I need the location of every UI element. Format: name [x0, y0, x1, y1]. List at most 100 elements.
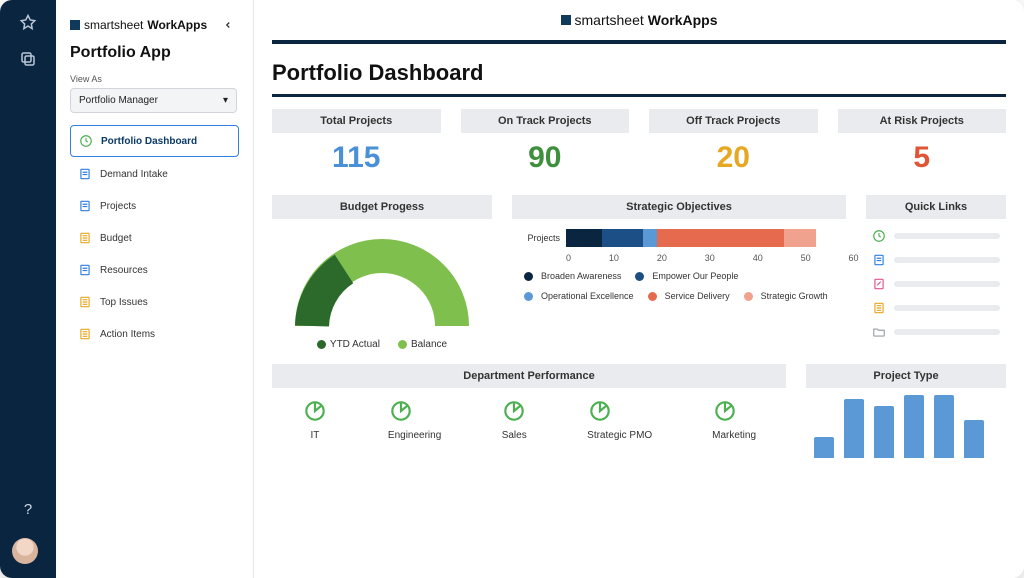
- list-icon: [78, 231, 92, 245]
- sidebar-item-label: Projects: [100, 201, 136, 212]
- list-icon: [872, 301, 886, 315]
- pie-icon: [388, 398, 441, 424]
- view-as-select[interactable]: Portfolio Manager ▾: [70, 88, 237, 113]
- strategic-ylabel: Projects: [520, 233, 560, 243]
- dept-item[interactable]: Marketing: [712, 398, 756, 441]
- quick-link[interactable]: [872, 277, 1000, 291]
- sidebar-item-label: Portfolio Dashboard: [101, 136, 197, 147]
- pie-icon: [501, 398, 527, 424]
- sidebar-item-projects[interactable]: Projects: [70, 191, 239, 221]
- axis-tick: 50: [801, 253, 811, 263]
- stat-value: 20: [649, 133, 818, 185]
- lower-row: Department Performance ITEngineeringSale…: [272, 364, 1006, 458]
- dot-icon: [648, 292, 657, 301]
- dot-icon: [744, 292, 753, 301]
- sheet-icon: [872, 253, 886, 267]
- bar-segment: [602, 229, 643, 247]
- panels-row: Budget Progess YTD Actual Balance Stra: [272, 195, 1006, 350]
- axis-tick: 40: [753, 253, 763, 263]
- brand-bold: WorkApps: [648, 12, 718, 28]
- axis-tick: 10: [609, 253, 619, 263]
- brand-bold: WorkApps: [147, 18, 207, 32]
- rail-copy-icon[interactable]: [19, 50, 37, 68]
- sidebar-item-top-issues[interactable]: Top Issues: [70, 287, 239, 317]
- quick-link[interactable]: [872, 325, 1000, 339]
- brand-light: smartsheet: [84, 18, 143, 32]
- view-as-value: Portfolio Manager: [79, 95, 158, 106]
- axis-tick: 30: [705, 253, 715, 263]
- rail-nav-icon[interactable]: [19, 14, 37, 32]
- budget-panel: Budget Progess YTD Actual Balance: [272, 195, 492, 350]
- bar-segment: [643, 229, 657, 247]
- collapse-sidebar-icon[interactable]: [217, 14, 239, 36]
- legend-item: Service Delivery: [648, 291, 730, 301]
- sidebar-item-action-items[interactable]: Action Items: [70, 319, 239, 349]
- dept-label: Sales: [501, 430, 527, 441]
- sidebar-item-label: Top Issues: [100, 297, 148, 308]
- dept-item[interactable]: IT: [302, 398, 328, 441]
- bar: [844, 399, 864, 459]
- clock-icon: [79, 134, 93, 148]
- stats-row: Total Projects115On Track Projects90Off …: [272, 109, 1006, 185]
- quick-link-placeholder: [894, 281, 1000, 287]
- main: smartsheet WorkApps Portfolio Dashboard …: [254, 0, 1024, 578]
- quick-links-panel: Quick Links: [866, 195, 1006, 350]
- quick-link[interactable]: [872, 301, 1000, 315]
- bar: [874, 406, 894, 459]
- app-name: Portfolio App: [70, 44, 239, 62]
- bar: [904, 395, 924, 458]
- sidebar-item-budget[interactable]: Budget: [70, 223, 239, 253]
- pie-icon: [712, 398, 756, 424]
- edit-icon: [872, 277, 886, 291]
- sheet-icon: [78, 263, 92, 277]
- brand-mark-icon: [561, 15, 571, 25]
- dept-item[interactable]: Strategic PMO: [587, 398, 652, 441]
- brand-mark-icon: [70, 20, 80, 30]
- stat-value: 115: [272, 133, 441, 185]
- dept-label: Engineering: [388, 430, 441, 441]
- dept-item[interactable]: Sales: [501, 398, 527, 441]
- stat-value: 90: [461, 133, 630, 185]
- axis-tick: 60: [849, 253, 859, 263]
- stat-card: Total Projects115: [272, 109, 441, 185]
- stat-card: Off Track Projects20: [649, 109, 818, 185]
- avatar[interactable]: [12, 538, 38, 564]
- list-icon: [78, 327, 92, 341]
- dept-label: Marketing: [712, 430, 756, 441]
- app-root: ? smartsheet WorkApps Portfolio App View…: [0, 0, 1024, 578]
- bar: [934, 395, 954, 458]
- quick-link-placeholder: [894, 329, 1000, 335]
- sidebar-item-portfolio-dashboard[interactable]: Portfolio Dashboard: [70, 125, 239, 157]
- quick-link[interactable]: [872, 253, 1000, 267]
- legend-ytd: YTD Actual: [317, 339, 380, 350]
- axis-tick: 20: [657, 253, 667, 263]
- project-type-chart: [806, 388, 1006, 458]
- legend-balance: Balance: [398, 339, 447, 350]
- folder-icon: [872, 325, 886, 339]
- stat-label: At Risk Projects: [838, 109, 1007, 133]
- dept-list: IT Engineering Sales Strategic PMO Marketing: [272, 388, 786, 441]
- page-title: Portfolio Dashboard: [272, 60, 1006, 86]
- strategic-panel: Strategic Objectives Projects 0102030405…: [512, 195, 846, 350]
- stat-label: Off Track Projects: [649, 109, 818, 133]
- dept-item[interactable]: Engineering: [388, 398, 441, 441]
- sidebar-item-label: Budget: [100, 233, 132, 244]
- content: Portfolio Dashboard Total Projects115 On …: [254, 44, 1024, 458]
- strategic-title: Strategic Objectives: [512, 195, 846, 219]
- sidebar-item-demand-intake[interactable]: Demand Intake: [70, 159, 239, 189]
- quick-link-placeholder: [894, 233, 1000, 239]
- help-icon[interactable]: ?: [0, 501, 56, 518]
- stat-card: On Track Projects90: [461, 109, 630, 185]
- quick-link[interactable]: [872, 229, 1000, 243]
- sheet-icon: [78, 167, 92, 181]
- sidebar-nav: Portfolio Dashboard Demand Intake Projects…: [70, 125, 239, 349]
- sidebar-item-resources[interactable]: Resources: [70, 255, 239, 285]
- dot-icon: [524, 292, 533, 301]
- bar-segment: [784, 229, 816, 247]
- strategic-axis: 0102030405060: [566, 253, 859, 263]
- strategic-bar: [566, 229, 816, 247]
- chevron-down-icon: ▾: [223, 95, 228, 106]
- stat-value: 5: [838, 133, 1007, 185]
- strategic-chart: Projects 0102030405060 Broaden Awareness…: [512, 219, 846, 301]
- budget-gauge: [272, 219, 492, 331]
